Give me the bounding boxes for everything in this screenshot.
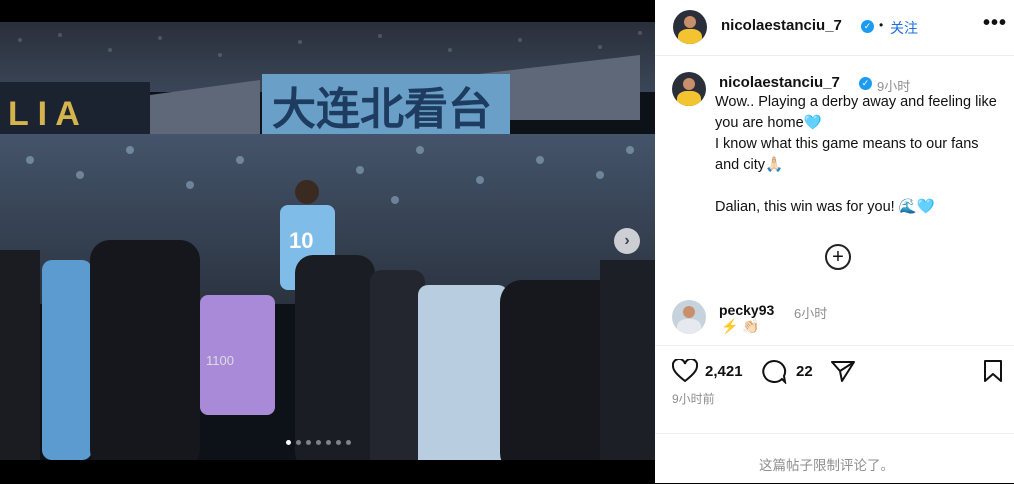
- commenter-avatar[interactable]: [672, 300, 706, 334]
- carousel-dot: [296, 440, 301, 445]
- carousel-dot: [286, 440, 291, 445]
- comment-text: ⚡ 👏🏻: [721, 318, 760, 334]
- caption-line: [715, 176, 1005, 197]
- comment-bubble-icon[interactable]: [761, 359, 787, 384]
- carousel-dot: [326, 440, 331, 445]
- carousel-dots: [286, 440, 351, 445]
- vest-number: 1100: [206, 353, 234, 368]
- post-header: nicolaestanciu_7 ✓ • 关注 •••: [655, 0, 1014, 56]
- like-heart-icon[interactable]: [672, 359, 698, 383]
- carousel-dot: [316, 440, 321, 445]
- stadium-celebration-image: L I A 大连北看台 10 1100: [0, 0, 655, 483]
- caption-verified-badge-icon: ✓: [859, 77, 872, 90]
- avatar[interactable]: [673, 10, 707, 44]
- post-panel: nicolaestanciu_7 ✓ • 关注 ••• nicolaestanc…: [655, 0, 1014, 483]
- commenter-username[interactable]: pecky93: [719, 302, 774, 318]
- carousel-dot: [346, 440, 351, 445]
- comment-limit-notice: 这篇帖子限制评论了。: [759, 458, 894, 473]
- comments-footer: 这篇帖子限制评论了。: [655, 433, 1014, 484]
- jersey-number: 10: [289, 228, 313, 253]
- banner-text: 大连北看台: [272, 84, 492, 135]
- caption-line: Wow.. Playing a derby away and feeling l…: [715, 94, 997, 131]
- banner-left-text: L I A: [8, 95, 80, 133]
- post-date: 9小时前: [672, 392, 715, 406]
- carousel-dot: [336, 440, 341, 445]
- post-photo: L I A 大连北看台 10 1100 ›: [0, 0, 655, 483]
- carousel-dot: [306, 440, 311, 445]
- follow-button[interactable]: 关注: [890, 18, 918, 38]
- header-username[interactable]: nicolaestanciu_7: [721, 17, 842, 34]
- caption-line: Dalian, this win was for you! 🌊🩵: [715, 199, 935, 215]
- verified-badge-icon: ✓: [861, 20, 874, 33]
- caption-username[interactable]: nicolaestanciu_7: [719, 74, 840, 91]
- comment-count[interactable]: 22: [796, 363, 813, 380]
- like-count[interactable]: 2,421: [705, 363, 743, 380]
- bookmark-icon[interactable]: [983, 359, 1003, 383]
- share-send-icon[interactable]: [830, 359, 856, 383]
- load-more-comments-icon[interactable]: +: [825, 244, 851, 270]
- comment-time: 6小时: [794, 306, 828, 321]
- separator-dot: •: [879, 18, 884, 32]
- post-caption: Wow.. Playing a derby away and feeling l…: [715, 92, 1005, 218]
- caption-line: I know what this game means to our fans …: [715, 136, 979, 173]
- more-options-icon[interactable]: •••: [983, 12, 1007, 35]
- caption-avatar[interactable]: [672, 72, 706, 106]
- next-image-button[interactable]: ›: [614, 228, 640, 254]
